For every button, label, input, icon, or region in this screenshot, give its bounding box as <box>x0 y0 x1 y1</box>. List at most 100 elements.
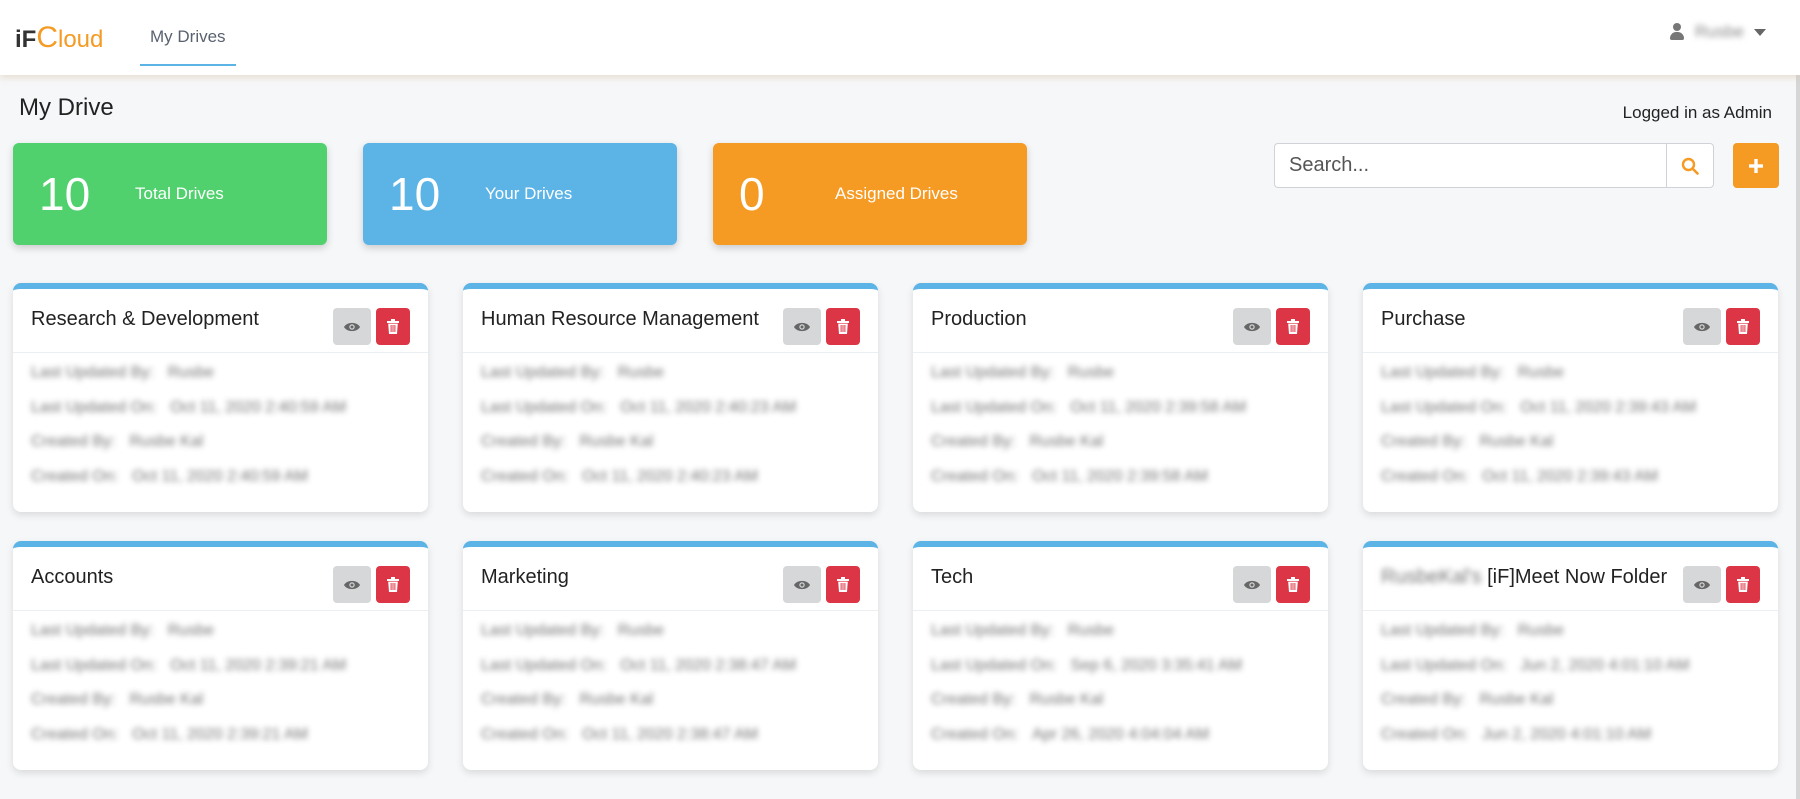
logo-part-if: iF <box>15 25 37 53</box>
meta-last-updated-on: Last Updated On: Oct 11, 2020 2:40:23 AM <box>481 391 878 426</box>
drive-card-header: Human Resource Management <box>463 289 878 353</box>
meta-label: Last Updated On: <box>31 398 157 416</box>
delete-drive-button[interactable] <box>1276 308 1310 345</box>
meta-value: Rusbe <box>617 364 664 382</box>
drive-card[interactable]: Production Last Updated By: Rusbe Last Upda… <box>913 283 1328 512</box>
meta-last-updated-by: Last Updated By: Rusbe <box>1381 356 1778 391</box>
trash-icon <box>837 577 849 592</box>
logo-part-loud: loud <box>58 25 104 53</box>
drive-card[interactable]: RusbeKal's [iF]Meet Now Folder Last Updat… <box>1363 541 1778 770</box>
meta-last-updated-on: Last Updated On: Jun 2, 2020 4:01:10 AM <box>1381 649 1778 684</box>
drive-title[interactable]: Production <box>931 308 1027 331</box>
meta-label: Created By: <box>481 691 566 709</box>
meta-value: Oct 11, 2020 2:40:23 AM <box>582 467 758 485</box>
stat-label: Your Drives <box>485 184 573 203</box>
view-drive-button[interactable] <box>333 566 371 603</box>
view-drive-button[interactable] <box>1233 308 1271 345</box>
drive-card-header: Tech <box>913 547 1328 611</box>
add-drive-button[interactable] <box>1733 143 1779 188</box>
meta-last-updated-on: Last Updated On: Oct 11, 2020 2:39:58 AM <box>931 391 1328 426</box>
logo-part-c: C <box>36 20 58 54</box>
meta-value: Rusbe <box>167 364 214 382</box>
drive-card[interactable]: Accounts Last Updated By: Rusbe Last Update… <box>13 541 428 770</box>
view-drive-button[interactable] <box>333 308 371 345</box>
drive-card[interactable]: Purchase Last Updated By: Rusbe Last Update… <box>1363 283 1778 512</box>
drive-meta: Last Updated By: Rusbe Last Updated On: Sep… <box>913 611 1328 752</box>
meta-created-by: Created By: Rusbe Kal <box>931 425 1328 460</box>
meta-created-by: Created By: Rusbe Kal <box>1381 683 1778 718</box>
search-bar <box>1274 143 1714 188</box>
search-input[interactable] <box>1274 143 1666 188</box>
meta-last-updated-by: Last Updated By: Rusbe <box>931 614 1328 649</box>
search-button[interactable] <box>1666 143 1714 188</box>
drive-meta: Last Updated By: Rusbe Last Updated On: Oct… <box>1363 353 1778 494</box>
drive-title[interactable]: Human Resource Management <box>481 308 759 331</box>
meta-value: Oct 11, 2020 2:39:58 AM <box>1032 467 1208 485</box>
view-drive-button[interactable] <box>1683 566 1721 603</box>
meta-label: Last Updated On: <box>931 656 1057 674</box>
view-drive-button[interactable] <box>783 566 821 603</box>
tab-my-drives[interactable]: My Drives <box>140 9 236 66</box>
delete-drive-button[interactable] <box>826 566 860 603</box>
meta-label: Created By: <box>31 691 116 709</box>
drive-meta: Last Updated By: Rusbe Last Updated On: Oct… <box>13 611 428 752</box>
meta-created-on: Created On: Oct 11, 2020 2:39:21 AM <box>31 718 428 753</box>
trash-icon <box>837 319 849 334</box>
drive-card-header: RusbeKal's [iF]Meet Now Folder <box>1363 547 1778 611</box>
delete-drive-button[interactable] <box>376 308 410 345</box>
meta-value: Rusbe <box>617 622 664 640</box>
meta-value: Rusbe Kal <box>1479 433 1554 451</box>
drive-title[interactable]: Marketing <box>481 566 569 589</box>
navbar: iF Cloud My Drives Rusbe <box>0 0 1800 75</box>
stat-value: 10 <box>389 168 441 220</box>
page-scrollbar[interactable] <box>1796 0 1800 799</box>
drive-title-text: Research & Development <box>31 308 259 330</box>
view-drive-button[interactable] <box>1683 308 1721 345</box>
meta-label: Last Updated On: <box>481 656 607 674</box>
meta-value: Oct 11, 2020 2:40:59 AM <box>170 398 347 416</box>
delete-drive-button[interactable] <box>1276 566 1310 603</box>
meta-value: Rusbe <box>1067 622 1114 640</box>
delete-drive-button[interactable] <box>1726 566 1760 603</box>
drive-title-text: Human Resource Management <box>481 308 759 330</box>
meta-value: Rusbe Kal <box>129 691 204 709</box>
drive-meta: Last Updated By: Rusbe Last Updated On: Jun… <box>1363 611 1778 752</box>
stat-assigned-drives: 0 Assigned Drives <box>713 143 1027 245</box>
stat-total-drives: 10 Total Drives <box>13 143 327 245</box>
drive-meta: Last Updated By: Rusbe Last Updated On: Oct… <box>463 353 878 494</box>
meta-label: Last Updated On: <box>1381 656 1507 674</box>
trash-icon <box>1287 577 1299 592</box>
trash-icon <box>1287 319 1299 334</box>
view-drive-button[interactable] <box>783 308 821 345</box>
meta-value: Oct 11, 2020 2:39:43 AM <box>1482 467 1658 485</box>
meta-value: Oct 11, 2020 2:39:43 AM <box>1520 398 1697 416</box>
meta-last-updated-by: Last Updated By: Rusbe <box>931 356 1328 391</box>
delete-drive-button[interactable] <box>376 566 410 603</box>
drive-card[interactable]: Marketing Last Updated By: Rusbe Last Updat… <box>463 541 878 770</box>
drive-title[interactable]: RusbeKal's [iF]Meet Now Folder <box>1381 566 1667 589</box>
eye-icon <box>1694 580 1710 589</box>
delete-drive-button[interactable] <box>1726 308 1760 345</box>
page-title: My Drive <box>19 94 114 121</box>
meta-label: Created By: <box>931 433 1016 451</box>
drive-card[interactable]: Human Resource Management Last Updated By… <box>463 283 878 512</box>
meta-label: Last Updated On: <box>1381 398 1507 416</box>
trash-icon <box>387 319 399 334</box>
drive-title[interactable]: Accounts <box>31 566 113 589</box>
drive-card[interactable]: Tech Last Updated By: Rusbe Last Updated On… <box>913 541 1328 770</box>
drive-card[interactable]: Research & Development Last Updated By: Ru… <box>13 283 428 512</box>
meta-created-by: Created By: Rusbe Kal <box>1381 425 1778 460</box>
meta-created-on: Created On: Oct 11, 2020 2:40:59 AM <box>31 460 428 495</box>
app-logo[interactable]: iF Cloud <box>15 21 110 55</box>
user-menu[interactable]: Rusbe <box>1669 22 1766 42</box>
meta-label: Last Updated On: <box>31 656 157 674</box>
eye-icon <box>344 322 360 331</box>
view-drive-button[interactable] <box>1233 566 1271 603</box>
meta-value: Rusbe Kal <box>1479 691 1554 709</box>
drive-title[interactable]: Research & Development <box>31 308 259 331</box>
eye-icon <box>1244 322 1260 331</box>
drive-title[interactable]: Purchase <box>1381 308 1466 331</box>
drive-title[interactable]: Tech <box>931 566 973 589</box>
delete-drive-button[interactable] <box>826 308 860 345</box>
eye-icon <box>794 580 810 589</box>
